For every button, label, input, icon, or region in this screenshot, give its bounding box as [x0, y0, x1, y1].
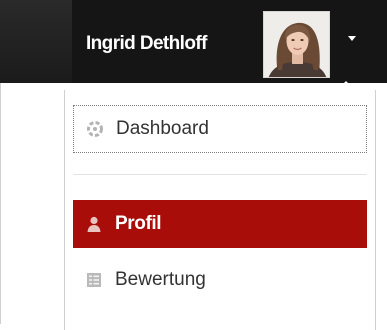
- menu-item-label: Bewertung: [115, 269, 206, 290]
- page-left-border: [0, 83, 1, 324]
- user-avatar[interactable]: [263, 11, 330, 78]
- menu-item-bewertung[interactable]: Bewertung: [73, 256, 367, 304]
- menu-item-profil[interactable]: Profil: [73, 200, 367, 248]
- menu-divider: [73, 174, 367, 175]
- menu-item-label: Dashboard: [116, 118, 209, 139]
- caret-down-icon: [348, 36, 356, 41]
- list-icon: [85, 271, 103, 289]
- menu-item-label: Profil: [115, 213, 162, 234]
- user-menu-toggle[interactable]: [344, 30, 360, 46]
- user-icon: [85, 215, 103, 233]
- top-navbar: Ingrid Dethloff: [0, 0, 387, 83]
- user-name[interactable]: Ingrid Dethloff: [86, 33, 207, 55]
- dashboard-icon: [86, 120, 104, 138]
- navbar-left-segment: [0, 0, 72, 83]
- menu-item-dashboard[interactable]: Dashboard: [73, 105, 367, 153]
- avatar-photo-icon: [264, 12, 329, 77]
- user-dropdown-menu: Dashboard Profil Bewertung: [64, 90, 376, 330]
